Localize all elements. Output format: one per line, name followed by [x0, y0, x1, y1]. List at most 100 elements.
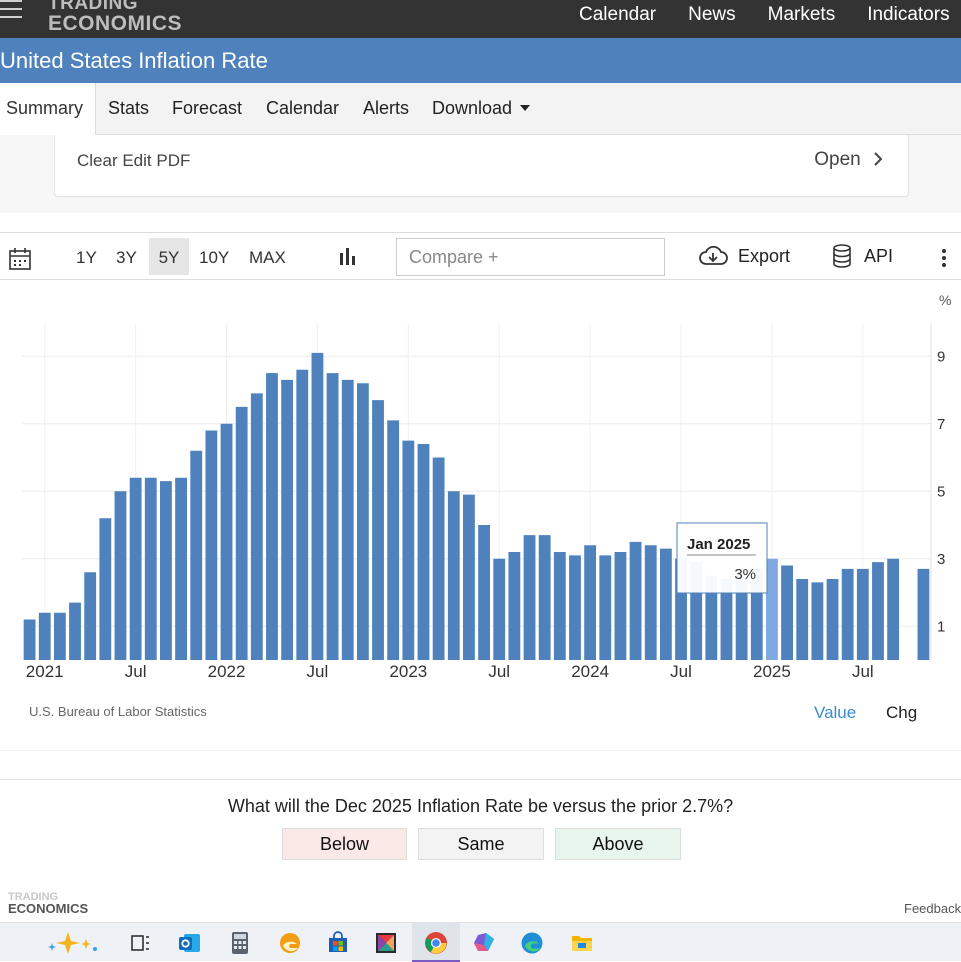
bar[interactable] — [175, 477, 187, 660]
bar[interactable] — [872, 562, 884, 660]
bar[interactable] — [356, 383, 369, 660]
bar[interactable] — [493, 558, 506, 660]
bar[interactable] — [372, 400, 384, 660]
file-explorer-icon[interactable] — [570, 931, 594, 955]
api-button[interactable]: API — [832, 244, 893, 268]
bar[interactable] — [463, 494, 475, 660]
store-icon[interactable] — [326, 931, 350, 955]
m365-icon[interactable] — [472, 931, 496, 955]
answer-above-button[interactable]: Above — [555, 828, 681, 860]
bar[interactable] — [129, 477, 142, 660]
bar[interactable] — [569, 555, 581, 660]
bar[interactable] — [856, 568, 869, 660]
x-tick-label: Jul — [670, 662, 692, 681]
bar[interactable] — [781, 565, 793, 661]
bar[interactable] — [402, 440, 415, 660]
task-view-icon[interactable] — [128, 931, 152, 955]
bar[interactable] — [659, 548, 672, 660]
chart-type-icon[interactable] — [339, 247, 357, 267]
range-3y[interactable]: 3Y — [116, 248, 137, 268]
chg-tab[interactable]: Chg — [886, 703, 917, 723]
bar[interactable] — [205, 430, 218, 661]
bar[interactable] — [584, 545, 597, 660]
answer-below-button[interactable]: Below — [282, 828, 407, 860]
pdf-card[interactable]: Clear Edit PDF Open — [54, 135, 909, 197]
site-logo[interactable]: TRADING ECONOMICS — [48, 0, 182, 34]
footer-logo[interactable]: TRADING ECONOMICS — [8, 892, 88, 916]
range-max[interactable]: MAX — [249, 248, 286, 268]
tab-alerts[interactable]: Alerts — [363, 98, 409, 119]
tab-summary[interactable]: Summary — [0, 83, 96, 135]
bar[interactable] — [796, 579, 809, 660]
bar[interactable] — [326, 373, 339, 660]
forecast-question: What will the Dec 2025 Inflation Rate be… — [227, 796, 734, 816]
compare-input[interactable]: Compare + — [396, 238, 665, 276]
more-options-icon[interactable] — [941, 249, 947, 267]
answer-same-button[interactable]: Same — [418, 828, 544, 860]
value-tab[interactable]: Value — [814, 703, 856, 723]
bar[interactable] — [235, 406, 248, 660]
tab-calendar[interactable]: Calendar — [266, 98, 339, 119]
bar[interactable] — [160, 481, 172, 660]
tab-forecast[interactable]: Forecast — [172, 98, 242, 119]
bar[interactable] — [614, 552, 627, 660]
bar[interactable] — [841, 568, 854, 660]
bar[interactable] — [250, 393, 263, 660]
outlook-icon[interactable] — [178, 931, 202, 955]
nav-link-markets[interactable]: Markets — [768, 4, 836, 26]
bar[interactable] — [53, 612, 66, 660]
edge-dev-icon[interactable] — [278, 931, 302, 955]
bar[interactable] — [296, 369, 309, 660]
bar[interactable] — [478, 525, 490, 660]
range-10y[interactable]: 10Y — [199, 248, 229, 268]
bar[interactable] — [220, 423, 233, 660]
calculator-icon[interactable] — [228, 931, 252, 955]
bar[interactable] — [190, 450, 203, 660]
bar[interactable] — [644, 545, 657, 660]
bar[interactable] — [114, 491, 127, 660]
bar[interactable] — [281, 379, 294, 660]
bar[interactable] — [811, 582, 824, 660]
bar[interactable] — [417, 444, 430, 660]
bar[interactable] — [341, 379, 354, 660]
bar[interactable] — [508, 552, 521, 660]
bar[interactable] — [523, 535, 536, 660]
edge-icon[interactable] — [520, 931, 544, 955]
nav-link-indicators[interactable]: Indicators — [867, 4, 949, 26]
bar[interactable] — [599, 555, 612, 660]
bar[interactable] — [629, 541, 642, 660]
copilot-icon[interactable] — [44, 931, 104, 955]
bar[interactable] — [99, 518, 112, 660]
nav-link-news[interactable]: News — [688, 4, 736, 26]
bar[interactable] — [69, 602, 81, 660]
tab-download[interactable]: Download — [432, 98, 531, 119]
pdf-open-button[interactable]: Open — [814, 149, 884, 171]
bar[interactable] — [766, 558, 778, 660]
bar[interactable] — [826, 579, 839, 660]
photo-editor-icon[interactable] — [374, 931, 398, 955]
bar[interactable] — [311, 352, 324, 660]
tooltip-value: 3% — [734, 566, 756, 583]
bar[interactable] — [887, 558, 900, 660]
chart-source[interactable]: U.S. Bureau of Labor Statistics — [29, 704, 207, 719]
bar[interactable] — [387, 420, 400, 660]
bar[interactable] — [447, 491, 460, 660]
bar[interactable] — [553, 552, 566, 660]
hamburger-menu-icon[interactable] — [0, 0, 24, 22]
range-1y[interactable]: 1Y — [76, 248, 97, 268]
bar[interactable] — [917, 568, 930, 660]
bar[interactable] — [144, 477, 157, 660]
export-button[interactable]: Export — [698, 245, 790, 267]
calendar-icon[interactable] — [9, 248, 31, 270]
tab-stats[interactable]: Stats — [108, 98, 149, 119]
bar[interactable] — [84, 572, 97, 660]
bar[interactable] — [23, 619, 36, 661]
nav-link-calendar[interactable]: Calendar — [579, 4, 656, 26]
bar[interactable] — [432, 457, 445, 661]
bar[interactable] — [538, 535, 551, 660]
chrome-icon[interactable] — [424, 931, 448, 955]
bar[interactable] — [266, 373, 278, 660]
feedback-link[interactable]: Feedback — [904, 901, 961, 916]
range-5y[interactable]: 5Y — [149, 238, 189, 275]
bar[interactable] — [38, 612, 51, 660]
